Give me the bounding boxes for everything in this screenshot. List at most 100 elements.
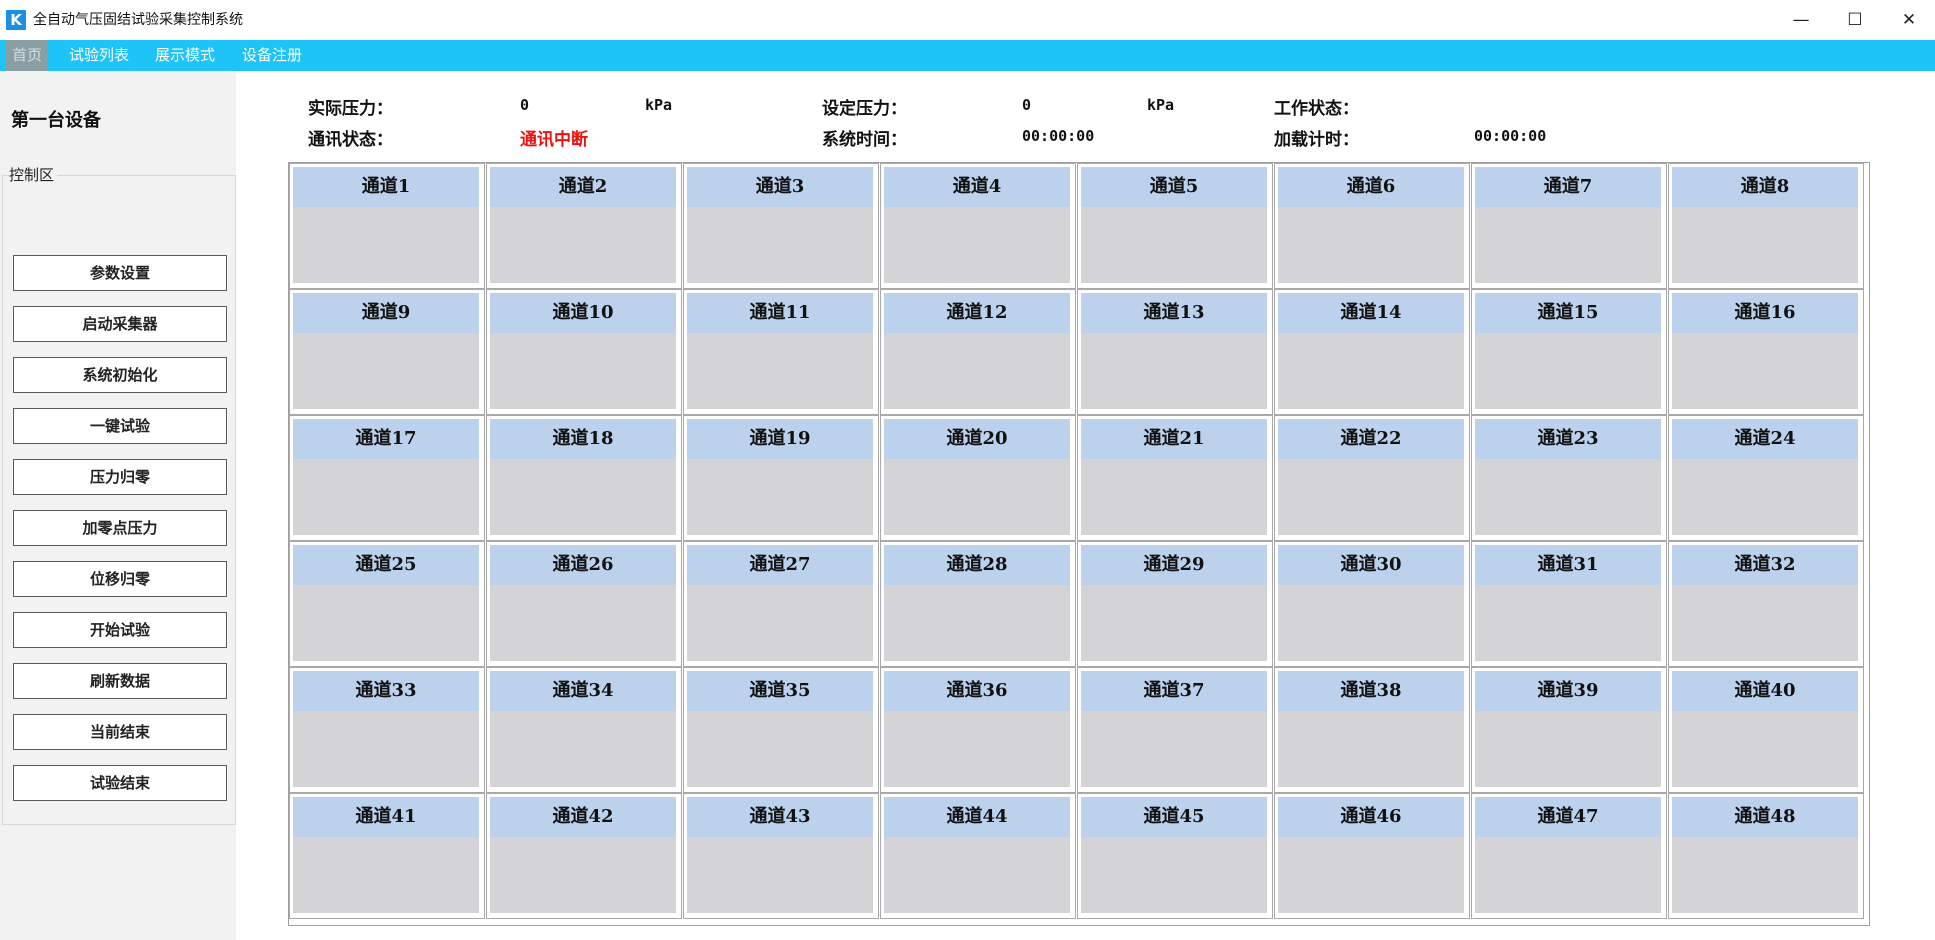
close-button[interactable]: ✕ <box>1886 4 1932 36</box>
current-end-button[interactable]: 当前结束 <box>13 714 227 750</box>
start-collector-button[interactable]: 启动采集器 <box>13 306 227 342</box>
channel-cell[interactable]: 通道12 <box>880 289 1076 415</box>
actual-pressure-value: 0 <box>520 96 530 114</box>
channel-cell[interactable]: 通道48 <box>1668 793 1864 919</box>
channel-data-area <box>687 837 873 913</box>
channel-title: 通道29 <box>1081 545 1267 585</box>
start-test-button[interactable]: 开始试验 <box>13 612 227 648</box>
channel-data-area <box>687 207 873 283</box>
channel-cell[interactable]: 通道41 <box>289 793 485 919</box>
channel-data-area <box>1672 459 1858 535</box>
channel-title: 通道40 <box>1672 671 1858 711</box>
menu-test-list[interactable]: 试验列表 <box>63 40 135 71</box>
channel-cell[interactable]: 通道29 <box>1077 541 1273 667</box>
channel-cell[interactable]: 通道20 <box>880 415 1076 541</box>
channel-cell[interactable]: 通道1 <box>289 163 485 289</box>
channel-cell[interactable]: 通道25 <box>289 541 485 667</box>
channel-cell[interactable]: 通道26 <box>486 541 682 667</box>
menu-bar: 首页 试验列表 展示模式 设备注册 <box>0 40 1935 71</box>
channel-cell[interactable]: 通道22 <box>1274 415 1470 541</box>
channel-cell[interactable]: 通道18 <box>486 415 682 541</box>
channel-cell[interactable]: 通道35 <box>683 667 879 793</box>
comm-state-label: 通讯状态： <box>308 130 393 150</box>
menu-display-mode[interactable]: 展示模式 <box>149 40 221 71</box>
channel-cell[interactable]: 通道8 <box>1668 163 1864 289</box>
channel-cell[interactable]: 通道5 <box>1077 163 1273 289</box>
channel-cell[interactable]: 通道2 <box>486 163 682 289</box>
actual-pressure-label: 实际压力： <box>308 99 393 119</box>
channel-data-area <box>884 459 1070 535</box>
channel-cell[interactable]: 通道11 <box>683 289 879 415</box>
channel-cell[interactable]: 通道36 <box>880 667 1076 793</box>
channel-data-area <box>293 837 479 913</box>
channel-cell[interactable]: 通道33 <box>289 667 485 793</box>
channel-cell[interactable]: 通道15 <box>1471 289 1667 415</box>
displacement-zero-button[interactable]: 位移归零 <box>13 561 227 597</box>
channel-cell[interactable]: 通道24 <box>1668 415 1864 541</box>
channel-data-area <box>687 585 873 661</box>
channel-cell[interactable]: 通道32 <box>1668 541 1864 667</box>
channel-cell[interactable]: 通道27 <box>683 541 879 667</box>
channel-title: 通道19 <box>687 419 873 459</box>
channel-data-area <box>490 459 676 535</box>
device-title: 第一台设备 <box>11 110 101 131</box>
channel-cell[interactable]: 通道6 <box>1274 163 1470 289</box>
test-end-button[interactable]: 试验结束 <box>13 765 227 801</box>
channel-cell[interactable]: 通道14 <box>1274 289 1470 415</box>
channel-cell[interactable]: 通道44 <box>880 793 1076 919</box>
channel-cell[interactable]: 通道28 <box>880 541 1076 667</box>
system-time-label: 系统时间： <box>822 130 907 150</box>
channel-data-area <box>687 711 873 787</box>
channel-cell[interactable]: 通道43 <box>683 793 879 919</box>
channel-cell[interactable]: 通道39 <box>1471 667 1667 793</box>
channel-cell[interactable]: 通道16 <box>1668 289 1864 415</box>
channel-data-area <box>1081 585 1267 661</box>
minimize-button[interactable]: — <box>1778 4 1824 36</box>
menu-device-register[interactable]: 设备注册 <box>236 40 308 71</box>
channel-cell[interactable]: 通道21 <box>1077 415 1273 541</box>
pressure-zero-button[interactable]: 压力归零 <box>13 459 227 495</box>
refresh-data-button[interactable]: 刷新数据 <box>13 663 227 699</box>
channel-title: 通道8 <box>1672 167 1858 207</box>
channel-cell[interactable]: 通道19 <box>683 415 879 541</box>
channel-cell[interactable]: 通道9 <box>289 289 485 415</box>
maximize-button[interactable]: ☐ <box>1832 4 1878 36</box>
channel-cell[interactable]: 通道37 <box>1077 667 1273 793</box>
add-zero-pressure-button[interactable]: 加零点压力 <box>13 510 227 546</box>
channel-cell[interactable]: 通道4 <box>880 163 1076 289</box>
system-init-button[interactable]: 系统初始化 <box>13 357 227 393</box>
control-area-label: 控制区 <box>9 164 58 185</box>
channel-cell[interactable]: 通道17 <box>289 415 485 541</box>
channel-cell[interactable]: 通道47 <box>1471 793 1667 919</box>
channel-data-area <box>687 459 873 535</box>
channel-title: 通道11 <box>687 293 873 333</box>
channel-title: 通道30 <box>1278 545 1464 585</box>
channel-data-area <box>1672 207 1858 283</box>
channel-cell[interactable]: 通道46 <box>1274 793 1470 919</box>
channel-title: 通道32 <box>1672 545 1858 585</box>
channel-data-area <box>884 585 1070 661</box>
channel-title: 通道34 <box>490 671 676 711</box>
menu-home[interactable]: 首页 <box>6 40 49 71</box>
one-click-test-button[interactable]: 一键试验 <box>13 408 227 444</box>
channel-title: 通道2 <box>490 167 676 207</box>
channel-cell[interactable]: 通道13 <box>1077 289 1273 415</box>
channel-cell[interactable]: 通道30 <box>1274 541 1470 667</box>
channel-title: 通道31 <box>1475 545 1661 585</box>
channel-title: 通道22 <box>1278 419 1464 459</box>
channel-cell[interactable]: 通道10 <box>486 289 682 415</box>
channel-data-area <box>490 711 676 787</box>
channel-cell[interactable]: 通道42 <box>486 793 682 919</box>
channel-cell[interactable]: 通道3 <box>683 163 879 289</box>
channel-title: 通道10 <box>490 293 676 333</box>
channel-cell[interactable]: 通道23 <box>1471 415 1667 541</box>
channel-cell[interactable]: 通道38 <box>1274 667 1470 793</box>
param-settings-button[interactable]: 参数设置 <box>13 255 227 291</box>
channel-data-area <box>293 207 479 283</box>
channel-cell[interactable]: 通道7 <box>1471 163 1667 289</box>
channel-cell[interactable]: 通道40 <box>1668 667 1864 793</box>
channel-cell[interactable]: 通道34 <box>486 667 682 793</box>
channel-title: 通道38 <box>1278 671 1464 711</box>
channel-cell[interactable]: 通道45 <box>1077 793 1273 919</box>
channel-cell[interactable]: 通道31 <box>1471 541 1667 667</box>
